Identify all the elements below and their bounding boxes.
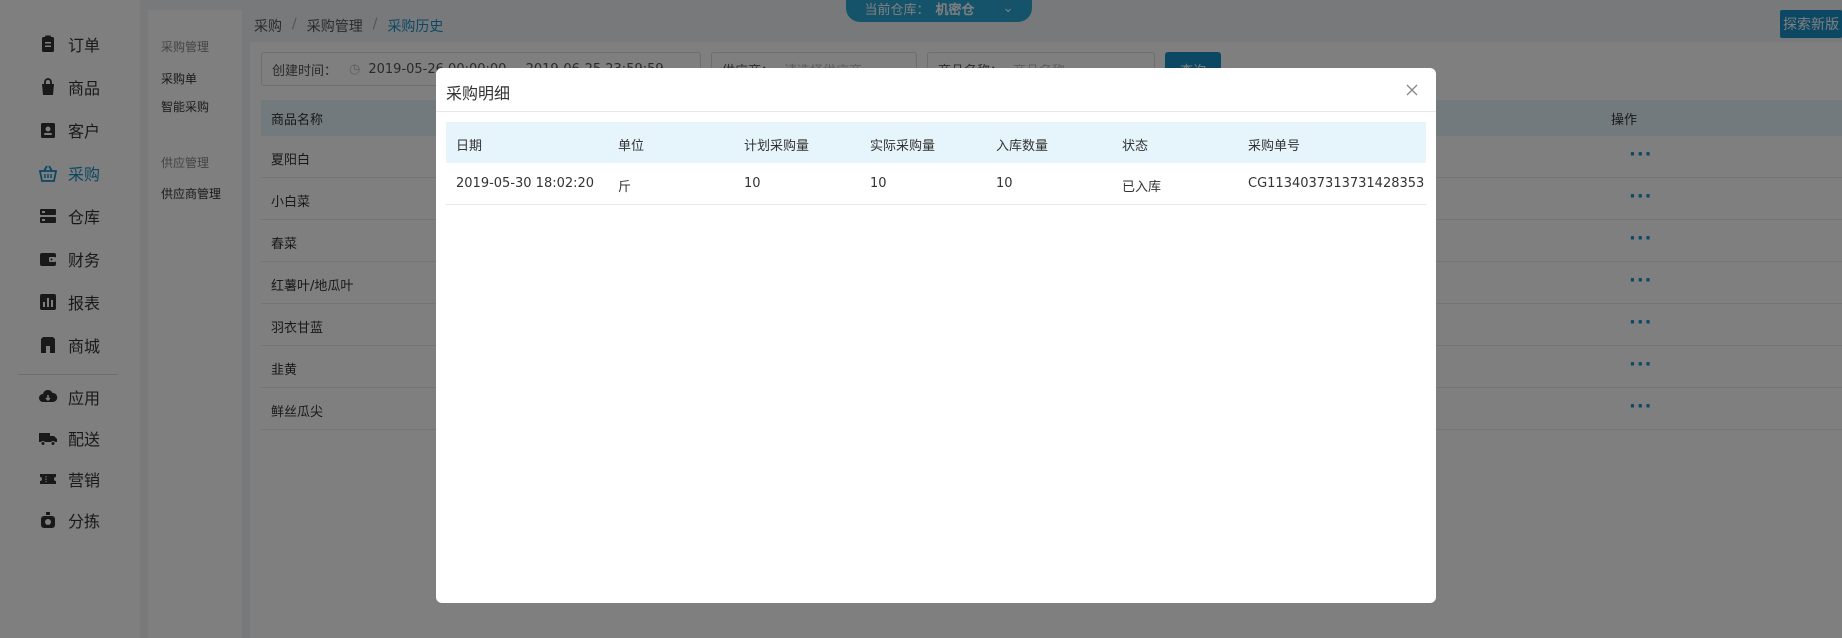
- modal-title: 采购明细: [446, 84, 511, 103]
- cell-date: 2019-05-30 18:02:20: [456, 176, 595, 191]
- cell-status: 已入库: [1122, 180, 1162, 195]
- column-status: 状态: [1122, 139, 1149, 154]
- modal-header: 采购明细: [436, 68, 1436, 112]
- purchase-detail-table: 日期 单位 计划采购量 实际采购量 入库数量 状态 采购单号 2019-05-3…: [446, 122, 1426, 205]
- column-planned-qty: 计划采购量: [744, 139, 810, 154]
- cell-unit: 斤: [618, 180, 632, 195]
- cell-actual-qty: 10: [870, 176, 887, 191]
- close-icon[interactable]: [1404, 82, 1420, 98]
- column-unit: 单位: [618, 139, 645, 154]
- purchase-detail-modal: 采购明细 日期 单位 计划采购量 实际采购量 入库数量 状态 采购单号 2019…: [436, 68, 1436, 603]
- cell-stocked-qty: 10: [996, 176, 1013, 191]
- column-date: 日期: [456, 139, 483, 154]
- column-order-number: 采购单号: [1248, 139, 1301, 154]
- detail-table-row: 2019-05-30 18:02:20 斤 10 10 10 已入库 CG113…: [446, 163, 1426, 205]
- cell-order-number: CG1134037313731428353: [1248, 176, 1425, 191]
- column-stocked-qty: 入库数量: [996, 139, 1049, 154]
- column-actual-qty: 实际采购量: [870, 139, 936, 154]
- cell-planned-qty: 10: [744, 176, 761, 191]
- detail-table-header: 日期 单位 计划采购量 实际采购量 入库数量 状态 采购单号: [446, 122, 1426, 163]
